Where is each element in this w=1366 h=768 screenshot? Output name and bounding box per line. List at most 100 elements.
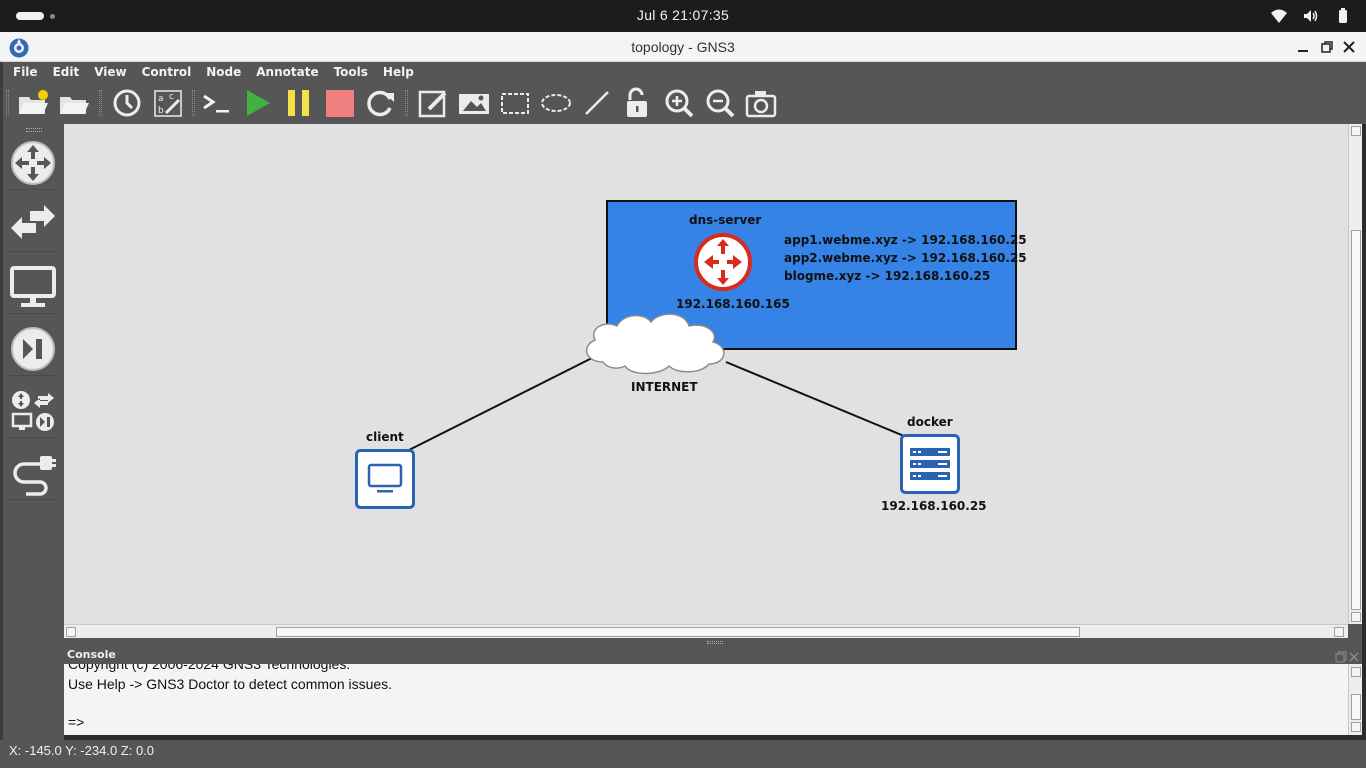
draw-ellipse-icon[interactable] (540, 87, 572, 119)
zoom-in-icon[interactable] (663, 87, 695, 119)
docker-ip[interactable]: 192.168.160.25 (881, 499, 987, 513)
stop-all-icon[interactable] (324, 87, 356, 119)
docker-label[interactable]: docker (907, 415, 953, 429)
cable-icon (13, 456, 56, 496)
browse-routers-button[interactable] (7, 134, 59, 190)
server-icon[interactable] (900, 434, 960, 494)
menu-file[interactable]: File (13, 65, 38, 79)
canvas-horizontal-scroll-thumb[interactable] (276, 627, 1080, 637)
toolbar-separator (99, 90, 102, 116)
console-float-icon[interactable] (1335, 648, 1347, 663)
menu-node[interactable]: Node (206, 65, 241, 79)
link-internet-docker[interactable] (725, 361, 905, 437)
console-all-icon[interactable] (200, 87, 232, 119)
zoom-out-icon[interactable] (704, 87, 736, 119)
maximize-button[interactable] (1319, 39, 1335, 55)
router-icon (11, 141, 55, 185)
security-device-icon (11, 327, 55, 371)
window-title: topology - GNS3 (631, 39, 735, 55)
console-line: Copyright (c) 2006-2024 GNS3 Technologie… (68, 664, 351, 672)
draw-line-icon[interactable] (581, 87, 613, 119)
console-output[interactable]: Copyright (c) 2006-2024 GNS3 Technologie… (64, 664, 1348, 735)
menu-annotate[interactable]: Annotate (256, 65, 318, 79)
svg-text:b: b (158, 106, 164, 116)
console-scroll-down-arrow[interactable] (1351, 722, 1361, 732)
svg-text:a: a (158, 94, 164, 104)
canvas-horizontal-scrollbar[interactable] (64, 624, 1348, 638)
minimize-button[interactable] (1295, 39, 1311, 55)
console-splitter[interactable] (64, 638, 1362, 646)
browse-security-devices-button[interactable] (7, 320, 59, 376)
main-toolbar: acb (0, 82, 1366, 124)
battery-icon[interactable] (1334, 7, 1352, 25)
browse-all-devices-button[interactable] (7, 382, 59, 438)
cloud-icon[interactable] (579, 306, 737, 378)
close-button[interactable] (1341, 39, 1357, 55)
open-project-icon[interactable] (58, 87, 90, 119)
menu-view[interactable]: View (94, 65, 126, 79)
window-title-bar: topology - GNS3 (0, 32, 1366, 62)
draw-rectangle-icon[interactable] (499, 87, 531, 119)
add-note-icon[interactable] (417, 87, 449, 119)
menu-edit[interactable]: Edit (53, 65, 80, 79)
console-title: Console (67, 648, 116, 661)
system-clock[interactable]: Jul 6 21:07:35 (0, 0, 1366, 32)
browse-switches-button[interactable] (7, 196, 59, 252)
system-tray[interactable] (1270, 7, 1352, 25)
svg-text:c: c (169, 92, 174, 102)
monitor-icon (10, 266, 56, 307)
console-scroll-up-arrow[interactable] (1351, 667, 1361, 677)
browse-end-devices-button[interactable] (7, 258, 59, 314)
new-project-icon[interactable] (17, 87, 49, 119)
scroll-corner (1348, 624, 1362, 638)
cursor-coordinates: X: -145.0 Y: -234.0 Z: 0.0 (9, 743, 155, 758)
scroll-down-arrow[interactable] (1351, 612, 1361, 622)
snapshot-clock-icon[interactable] (111, 87, 143, 119)
suspend-all-icon[interactable] (283, 87, 315, 119)
canvas-vertical-scrollbar[interactable] (1348, 124, 1362, 624)
splitter-grip[interactable] (707, 641, 723, 644)
show-interface-labels-icon[interactable]: acb (152, 87, 184, 119)
toolbar-grip (6, 90, 9, 116)
scroll-up-arrow[interactable] (1351, 126, 1361, 136)
computer-icon[interactable] (355, 449, 415, 509)
internet-label[interactable]: INTERNET (631, 380, 698, 394)
add-link-button[interactable] (7, 444, 59, 500)
scroll-left-arrow[interactable] (66, 627, 76, 637)
toolbar-separator (405, 90, 408, 116)
all-devices-icon (11, 391, 54, 431)
menu-tools[interactable]: Tools (334, 65, 368, 79)
dns-server-label[interactable]: dns-server (689, 213, 761, 227)
dns-record-app1[interactable]: app1.webme.xyz -> 192.168.160.25 (784, 233, 1027, 247)
dock-grip[interactable] (26, 128, 42, 132)
console-header: Console (64, 646, 1362, 664)
device-dock (0, 124, 64, 740)
canvas-vertical-scroll-thumb[interactable] (1351, 230, 1361, 610)
insert-picture-icon[interactable] (458, 87, 490, 119)
topology-canvas[interactable]: dns-server 192.168.160.165 app1.webme.xy… (64, 124, 1348, 624)
reload-all-icon[interactable] (365, 87, 397, 119)
client-label[interactable]: client (366, 430, 404, 444)
volume-icon[interactable] (1302, 7, 1320, 25)
toolbar-separator (192, 90, 195, 116)
console-scroll-thumb[interactable] (1351, 694, 1361, 720)
system-top-bar: Jul 6 21:07:35 (0, 0, 1366, 32)
switch-arrows-icon (11, 205, 55, 239)
wifi-icon[interactable] (1270, 7, 1288, 25)
dns-record-app2[interactable]: app2.webme.xyz -> 192.168.160.25 (784, 251, 1027, 265)
screenshot-camera-icon[interactable] (745, 87, 777, 119)
lock-items-icon[interactable] (622, 87, 654, 119)
console-scrollbar[interactable] (1348, 664, 1362, 735)
console-prompt[interactable]: => (68, 714, 84, 730)
status-bar: X: -145.0 Y: -234.0 Z: 0.0 (0, 740, 1366, 768)
menu-control[interactable]: Control (142, 65, 192, 79)
menu-help[interactable]: Help (383, 65, 414, 79)
router-icon[interactable] (692, 231, 754, 293)
console-close-icon[interactable] (1348, 648, 1360, 662)
start-all-icon[interactable] (242, 87, 274, 119)
link-client-internet[interactable] (408, 357, 593, 451)
scroll-right-arrow[interactable] (1334, 627, 1344, 637)
desktop: Jul 6 21:07:35 topology - GNS3 File Edit… (0, 0, 1366, 768)
dns-record-blogme[interactable]: blogme.xyz -> 192.168.160.25 (784, 269, 990, 283)
menu-bar: File Edit View Control Node Annotate Too… (0, 62, 1366, 82)
